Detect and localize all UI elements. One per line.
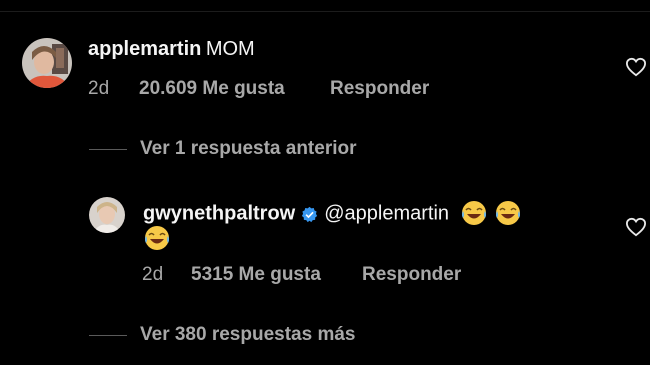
comment-line: gwynethpaltrow @applemartin <box>143 199 522 232</box>
view-previous-replies-button[interactable]: Ver 1 respuesta anterior <box>140 138 357 160</box>
comment-likes-count[interactable]: 5315 Me gusta <box>191 264 321 286</box>
verified-badge-icon <box>302 206 318 222</box>
heart-icon[interactable] <box>625 57 647 77</box>
reply-button[interactable]: Responder <box>362 264 461 286</box>
laughing-emoji-icon <box>494 199 522 232</box>
profile-photo-icon <box>89 197 125 233</box>
comment-text: MOM <box>205 38 255 60</box>
comment-mention[interactable]: @applemartin <box>324 203 449 225</box>
top-divider <box>0 11 650 12</box>
laughing-emoji-icon <box>143 224 171 257</box>
reply-button[interactable]: Responder <box>330 78 429 100</box>
profile-photo-icon <box>22 38 72 88</box>
comment-line: applemartin MOM <box>88 38 255 61</box>
heart-icon[interactable] <box>625 217 647 237</box>
replies-divider <box>89 335 127 336</box>
laughing-emoji-icon <box>460 199 488 232</box>
comment-timestamp: 2d <box>142 264 164 285</box>
comment-timestamp: 2d <box>88 78 110 99</box>
comment-username[interactable]: gwynethpaltrow <box>143 203 295 225</box>
replies-divider <box>89 149 127 150</box>
avatar[interactable] <box>22 38 72 88</box>
view-more-replies-button[interactable]: Ver 380 respuestas más <box>140 324 356 346</box>
avatar[interactable] <box>89 197 125 233</box>
comment-likes-count[interactable]: 20.609 Me gusta <box>139 78 285 100</box>
comment-username[interactable]: applemartin <box>88 38 201 60</box>
